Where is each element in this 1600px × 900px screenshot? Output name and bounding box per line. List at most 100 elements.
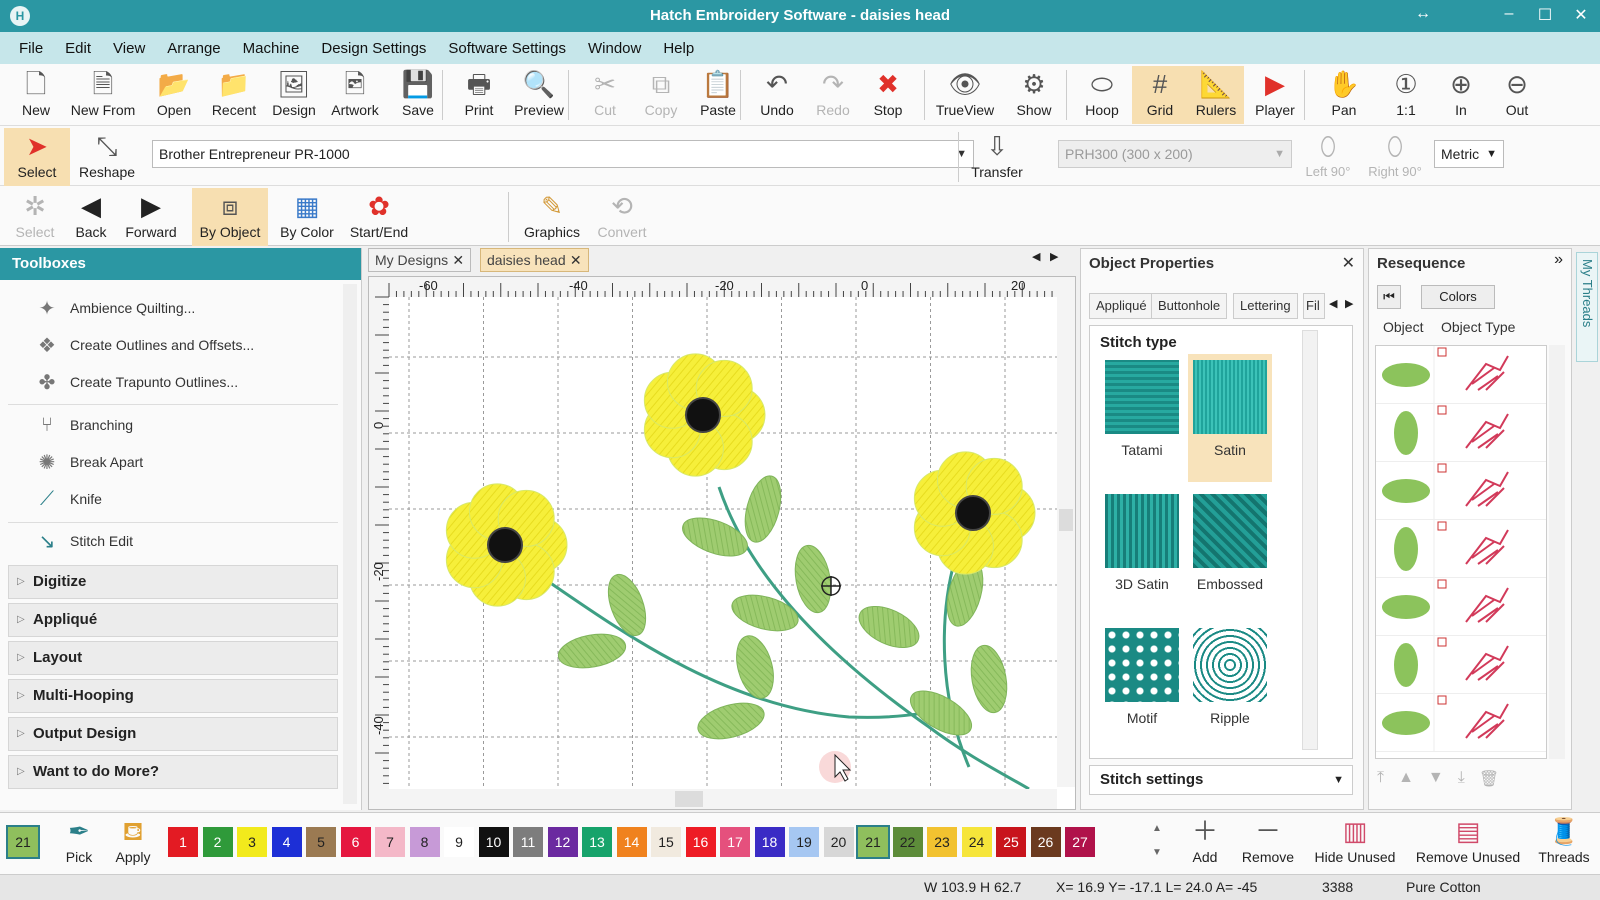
thread-color-chip[interactable]: 10 — [478, 827, 509, 857]
remove-unused-button[interactable]: ▤ Remove Unused — [1408, 813, 1528, 871]
transfer-button[interactable]: ⇩ Transfer — [964, 128, 1030, 186]
tab-fill[interactable]: Fil — [1303, 293, 1325, 319]
thread-color-chip[interactable]: 9 — [444, 827, 474, 857]
preview-button[interactable]: 🔍 Preview — [508, 66, 570, 124]
break-apart-tool[interactable]: ✺ Break Apart — [30, 445, 144, 479]
close-icon[interactable]: ✕ — [1342, 253, 1355, 273]
thread-color-chip[interactable]: 21 — [856, 825, 890, 859]
restore-arrows-icon[interactable]: ↔ — [1408, 5, 1438, 23]
rotate-right-90-button[interactable]: ⬯ Right 90° — [1362, 128, 1428, 186]
menu-machine[interactable]: Machine — [232, 40, 311, 57]
copy-button[interactable]: ⧉ Copy — [634, 66, 688, 124]
grid-button[interactable]: # Grid — [1132, 66, 1188, 124]
ambience-quilting-tool[interactable]: ✦ Ambience Quilting... — [30, 291, 196, 325]
section-digitize[interactable]: ▷ Digitize — [8, 565, 338, 599]
thread-color-chip[interactable]: 14 — [616, 827, 647, 857]
tab-scroll-left-icon[interactable]: ◀ — [1032, 250, 1040, 263]
design-canvas[interactable]: -60 -40 -20 0 20 0 -20 -40 — [368, 276, 1076, 810]
thread-color-chip[interactable]: 25 — [996, 827, 1026, 857]
chip-scroll-down-icon[interactable]: ▼ — [1152, 847, 1162, 858]
add-color-button[interactable]: ＋ Add — [1176, 813, 1234, 871]
section-applique[interactable]: ▷ Appliqué — [8, 603, 338, 637]
new-from-button[interactable]: 🗎 New From — [66, 66, 140, 124]
thread-color-chip[interactable]: 13 — [582, 827, 612, 857]
undo-button[interactable]: ↶ Undo — [750, 66, 804, 124]
resequence-row[interactable] — [1376, 694, 1546, 752]
open-button[interactable]: 📂 Open — [146, 66, 202, 124]
by-object-button[interactable]: ⧈ By Object — [192, 188, 268, 246]
1-1-button[interactable]: ① 1:1 — [1380, 66, 1432, 124]
tab-daisies-head[interactable]: daisies head ✕ — [480, 248, 589, 272]
canvas-vertical-scrollbar[interactable] — [1057, 297, 1075, 787]
trash-icon[interactable]: 🗑 — [1479, 769, 1499, 789]
convert-button[interactable]: ⟲ Convert — [590, 188, 654, 246]
menu-view[interactable]: View — [102, 40, 156, 57]
rotate-left-90-button[interactable]: ⬯ Left 90° — [1296, 128, 1360, 186]
tab-applique[interactable]: Appliqué — [1089, 293, 1154, 319]
resequence-row[interactable] — [1376, 462, 1546, 520]
tab-scroll-right-icon[interactable]: ▶ — [1050, 250, 1058, 263]
current-color-chip[interactable]: 21 — [6, 825, 40, 859]
apply-button[interactable]: ⛾ Apply — [104, 813, 162, 871]
pick-button[interactable]: ✒ Pick — [50, 813, 108, 871]
player-button[interactable]: ▶ Player — [1246, 66, 1304, 124]
canvas-horizontal-scrollbar[interactable] — [389, 789, 1057, 809]
thread-color-chip[interactable]: 22 — [892, 827, 923, 857]
stitch-type-tatami[interactable]: Tatami — [1100, 354, 1184, 482]
save-button[interactable]: 💾 Save — [390, 66, 446, 124]
thread-color-chip[interactable]: 2 — [202, 827, 233, 857]
remove-color-button[interactable]: － Remove — [1236, 813, 1300, 871]
minimize-button[interactable]: – — [1494, 5, 1524, 23]
back-button[interactable]: ◀ Back — [62, 188, 120, 246]
show-button[interactable]: ⚙ Show — [1004, 66, 1064, 124]
hide-unused-button[interactable]: ▥ Hide Unused — [1306, 813, 1404, 871]
branching-tool[interactable]: ⑂ Branching — [30, 408, 133, 442]
redo-button[interactable]: ↷ Redo — [806, 66, 860, 124]
resequence-scrollbar[interactable] — [1549, 345, 1565, 759]
move-last-icon[interactable]: ⤓ — [1458, 769, 1465, 789]
resequence-row[interactable] — [1376, 636, 1546, 694]
units-select[interactable]: Metric ▼ — [1434, 140, 1504, 168]
in-button[interactable]: ⊕ In — [1434, 66, 1488, 124]
menu-file[interactable]: File — [8, 40, 54, 57]
tab-lettering[interactable]: Lettering — [1233, 293, 1298, 319]
print-button[interactable]: 🖶 Print — [452, 66, 506, 124]
trueview-button[interactable]: 👁 TrueView — [932, 66, 998, 124]
thread-color-chip[interactable]: 23 — [927, 827, 957, 857]
close-icon[interactable]: ✕ — [570, 249, 582, 271]
menu-window[interactable]: Window — [577, 40, 652, 57]
close-window-button[interactable]: ✕ — [1566, 5, 1596, 25]
resequence-row[interactable] — [1376, 578, 1546, 636]
machine-select[interactable]: Brother Entrepreneur PR-1000 ▼ — [152, 140, 974, 168]
resequence-list[interactable] — [1375, 345, 1547, 759]
thread-color-chip[interactable]: 17 — [720, 827, 750, 857]
menu-design-settings[interactable]: Design Settings — [310, 40, 437, 57]
resequence-row[interactable] — [1376, 404, 1546, 462]
thread-color-chip[interactable]: 5 — [306, 827, 336, 857]
resequence-row[interactable] — [1376, 520, 1546, 578]
resequence-row[interactable] — [1376, 346, 1546, 404]
move-down-icon[interactable]: ▼ — [1428, 769, 1444, 789]
menu-software-settings[interactable]: Software Settings — [437, 40, 577, 57]
horizontal-scroll-thumb[interactable] — [675, 791, 703, 807]
toolboxes-scrollbar[interactable] — [343, 284, 357, 804]
vertical-scroll-thumb[interactable] — [1059, 509, 1073, 531]
thread-color-chip[interactable]: 8 — [409, 827, 440, 857]
rulers-button[interactable]: 📐 Rulers — [1188, 66, 1244, 124]
reshape-button[interactable]: ⤡ Reshape — [74, 128, 140, 186]
section-multi-hooping[interactable]: ▷ Multi-Hooping — [8, 679, 338, 713]
create-trapunto-tool[interactable]: ✤ Create Trapunto Outlines... — [30, 365, 238, 399]
new-button[interactable]: 🗋 New — [8, 66, 64, 124]
tab-scroll-right-icon[interactable]: ▶ — [1345, 297, 1353, 310]
graphics-button[interactable]: ✎ Graphics — [516, 188, 588, 246]
stitch-type-motif[interactable]: Motif — [1100, 622, 1184, 750]
thread-color-chip[interactable]: 15 — [651, 827, 681, 857]
tab-my-designs[interactable]: My Designs ✕ — [368, 248, 472, 272]
move-first-icon[interactable]: ⤒ — [1377, 769, 1384, 789]
menu-edit[interactable]: Edit — [54, 40, 102, 57]
collapse-all-button[interactable]: ⏮ — [1377, 285, 1401, 309]
select-disabled-button[interactable]: ✲ Select — [6, 188, 64, 246]
by-color-button[interactable]: ▦ By Color — [272, 188, 342, 246]
section-output-design[interactable]: ▷ Output Design — [8, 717, 338, 751]
tab-buttonhole[interactable]: Buttonhole — [1151, 293, 1228, 319]
